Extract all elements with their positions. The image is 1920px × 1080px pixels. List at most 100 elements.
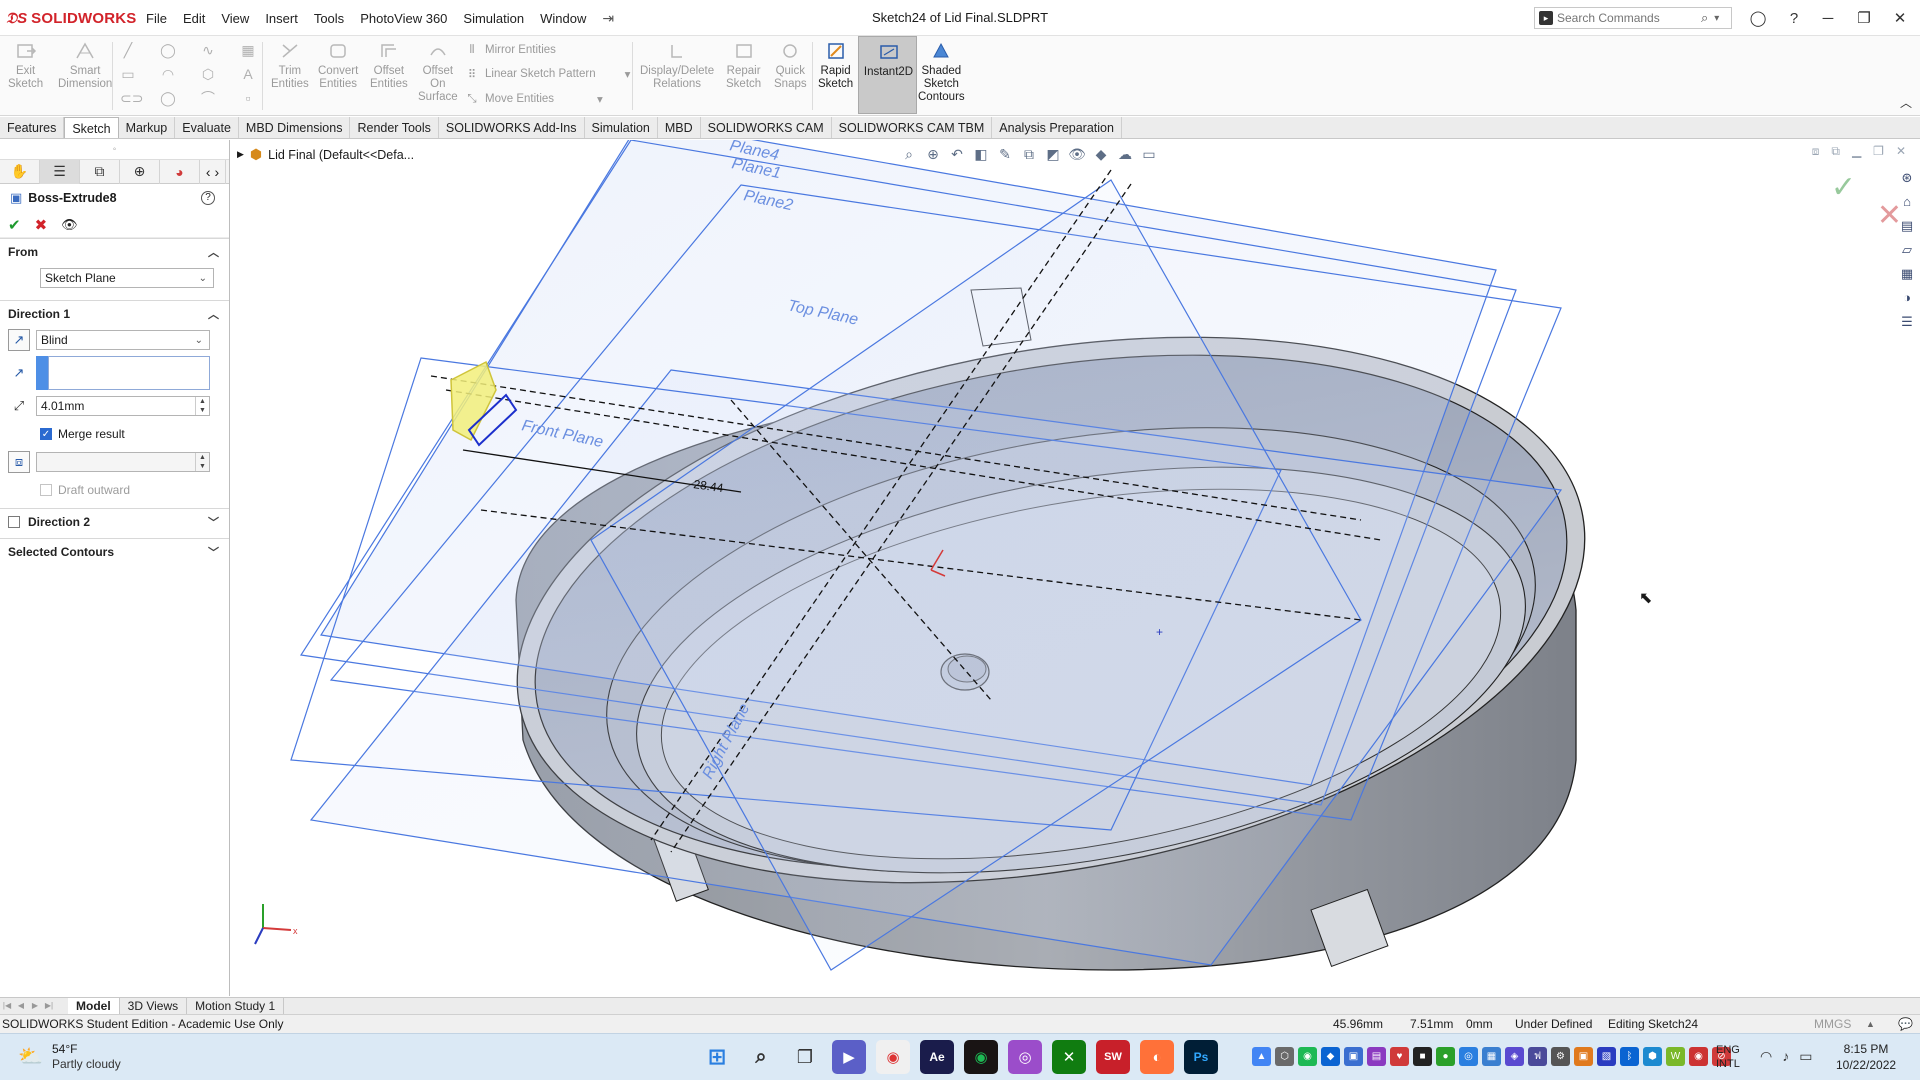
tile-right-icon[interactable]: ⧉: [1831, 144, 1840, 159]
search-commands-input[interactable]: [1557, 11, 1697, 25]
selected-contours-group-header[interactable]: Selected Contours ﹀: [0, 538, 229, 564]
direction2-group-header[interactable]: Direction 2 ﹀: [0, 508, 229, 534]
tab-motion-study[interactable]: Motion Study 1: [187, 998, 285, 1014]
display-delete-relations-button[interactable]: Display/Delete Relations: [640, 40, 714, 91]
doc-minimize-icon[interactable]: ▁: [1852, 144, 1861, 159]
feature-tree-flyout[interactable]: ▶ ⬢ Lid Final (Default<<Defa...: [237, 146, 414, 163]
cancel-x-icon[interactable]: ✖: [35, 216, 48, 234]
move-dropdown-icon[interactable]: ▾: [597, 92, 603, 106]
firefox-icon[interactable]: ◐: [1140, 1040, 1174, 1074]
polygon-tool-icon[interactable]: ⬡: [200, 66, 216, 82]
graphics-area[interactable]: 28.44 Plane4 Plane1 Plane2 Top Plane Fro…: [231, 140, 1920, 996]
view-palette-icon[interactable]: ▦: [1896, 264, 1918, 284]
next-tab-icon[interactable]: ▶: [28, 1000, 42, 1012]
draft-on-off-icon[interactable]: ⧈: [8, 451, 30, 473]
end-condition-select[interactable]: Blind ⌄: [36, 330, 210, 350]
solidworks-resources-icon[interactable]: ⊛: [1896, 168, 1918, 188]
offset-on-surface-button[interactable]: Offset On Surface: [418, 40, 458, 104]
search-dropdown-icon[interactable]: ▾: [1714, 13, 1719, 24]
zoom-to-fit-icon[interactable]: ⌕: [899, 144, 919, 164]
messenger-icon[interactable]: ◎: [1008, 1040, 1042, 1074]
tray-app-icon[interactable]: ⚙: [1551, 1047, 1570, 1066]
exit-sketch-button[interactable]: Exit Sketch: [8, 40, 43, 91]
previous-view-icon[interactable]: ↶: [947, 144, 967, 164]
tab-markup[interactable]: Markup: [119, 117, 176, 138]
linear-sketch-pattern-button[interactable]: ⠿ Linear Sketch Pattern ▾: [464, 67, 631, 81]
dropbox-icon[interactable]: ◆: [1321, 1047, 1340, 1066]
battery-icon[interactable]: ▭: [1799, 1048, 1812, 1065]
tab-mbd-dimensions[interactable]: MBD Dimensions: [239, 117, 351, 138]
property-manager-tab-icon[interactable]: ☰: [40, 159, 80, 184]
quick-snaps-button[interactable]: Quick Snaps: [774, 40, 807, 91]
trim-entities-button[interactable]: Trim Entities: [271, 40, 309, 91]
convert-entities-button[interactable]: Convert Entities: [318, 40, 358, 91]
spotify-tray-icon[interactable]: ◉: [1298, 1047, 1317, 1066]
message-icon[interactable]: 💬: [1898, 1015, 1913, 1033]
ok-check-icon[interactable]: ✔: [8, 216, 21, 234]
close-button[interactable]: ✕: [1882, 6, 1918, 30]
tab-mbd[interactable]: MBD: [658, 117, 701, 138]
tray-app-icon[interactable]: ▤: [1367, 1047, 1386, 1066]
3d-model-view[interactable]: 28.44 Plane4 Plane1 Plane2 Top Plane Fro…: [231, 140, 1920, 996]
weather-widget[interactable]: ⛅ 54°F Partly cloudy: [18, 1042, 121, 1072]
bluetooth-icon[interactable]: ᛒ: [1620, 1047, 1639, 1066]
tab-solidworks-addins[interactable]: SOLIDWORKS Add-Ins: [439, 117, 585, 138]
tab-render-tools[interactable]: Render Tools: [350, 117, 439, 138]
panel-grip[interactable]: ◦: [0, 140, 229, 160]
tray-app-icon[interactable]: ♥: [1390, 1047, 1409, 1066]
search-icon[interactable]: ⌕: [744, 1040, 778, 1074]
edit-appearance-icon[interactable]: ◆: [1091, 144, 1111, 164]
user-account-icon[interactable]: ◯: [1740, 6, 1776, 30]
direction-selection-box[interactable]: [48, 356, 210, 390]
rapid-sketch-button[interactable]: Rapid Sketch: [818, 40, 853, 91]
menu-view[interactable]: View: [213, 11, 257, 26]
tab-scroll-icon[interactable]: ‹ ›: [200, 159, 226, 184]
tray-app-icon[interactable]: W: [1666, 1047, 1685, 1066]
doc-close-icon[interactable]: ✕: [1896, 144, 1906, 159]
wifi-icon[interactable]: ◠: [1760, 1048, 1772, 1065]
solidworks-logo[interactable]: 𝔇S SOLIDWORKS: [6, 8, 136, 28]
tab-solidworks-cam-tbm[interactable]: SOLIDWORKS CAM TBM: [832, 117, 993, 138]
tray-app-icon[interactable]: ◎: [1459, 1047, 1478, 1066]
tray-app-icon[interactable]: ▣: [1574, 1047, 1593, 1066]
help-icon[interactable]: ?: [201, 191, 215, 205]
menu-file[interactable]: File: [138, 11, 175, 26]
tray-app-icon[interactable]: ⬡: [1275, 1047, 1294, 1066]
menu-edit[interactable]: Edit: [175, 11, 213, 26]
file-explorer-icon[interactable]: ▱: [1896, 240, 1918, 260]
apply-scene-icon[interactable]: ☁: [1115, 144, 1135, 164]
menu-tools[interactable]: Tools: [306, 11, 352, 26]
instant2d-toggle[interactable]: Instant2D: [858, 36, 917, 114]
task-view-icon[interactable]: ❐: [788, 1040, 822, 1074]
spin-arrows-icon[interactable]: ▲ ▼: [195, 397, 209, 415]
unit-system[interactable]: MMGS: [1814, 1015, 1851, 1033]
section-view-icon[interactable]: ◧: [971, 144, 991, 164]
tab-model[interactable]: Model: [68, 998, 120, 1014]
rectangle-tool-icon[interactable]: ▭: [120, 66, 136, 82]
sketch-grid-icon[interactable]: ▦: [240, 42, 256, 58]
from-select[interactable]: Sketch Plane ⌄: [40, 268, 214, 288]
view-orientation-icon[interactable]: ⧉: [1019, 144, 1039, 164]
clock[interactable]: 8:15 PM 10/22/2022: [1836, 1041, 1896, 1073]
display-style-icon[interactable]: ◩: [1043, 144, 1063, 164]
unit-dropdown-icon[interactable]: ▲: [1866, 1015, 1875, 1033]
start-icon[interactable]: ⊞: [700, 1040, 734, 1074]
first-tab-icon[interactable]: |◀: [0, 1000, 14, 1012]
tray-app-icon[interactable]: ◈: [1505, 1047, 1524, 1066]
home-icon[interactable]: ⌂: [1896, 192, 1918, 212]
hide-show-items-icon[interactable]: 👁: [1067, 144, 1087, 164]
tab-3d-views[interactable]: 3D Views: [120, 998, 188, 1014]
dimxpert-manager-tab-icon[interactable]: ⊕: [120, 159, 160, 184]
fillet-tool-icon[interactable]: ⌒: [200, 90, 216, 106]
arc-tool-icon[interactable]: ◠: [160, 66, 176, 82]
dynamic-annotation-icon[interactable]: ✎: [995, 144, 1015, 164]
expand-icon[interactable]: ﹀: [208, 514, 219, 530]
minimize-button[interactable]: ─: [1810, 6, 1846, 30]
feature-manager-tab-icon[interactable]: ✋: [0, 159, 40, 184]
adobe-after-effects-icon[interactable]: Ae: [920, 1040, 954, 1074]
tab-evaluate[interactable]: Evaluate: [175, 117, 239, 138]
collapse-icon[interactable]: ︿: [208, 306, 219, 322]
tab-analysis-preparation[interactable]: Analysis Preparation: [992, 117, 1122, 138]
move-entities-button[interactable]: ⤡ Move Entities ▾: [464, 92, 603, 107]
restore-button[interactable]: ❐: [1846, 6, 1882, 30]
